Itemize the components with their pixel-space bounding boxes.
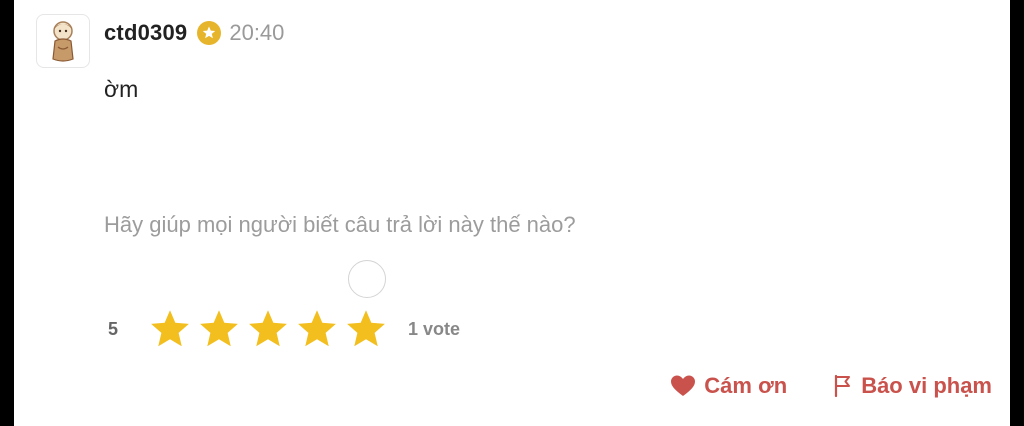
star-icon[interactable]	[295, 307, 339, 351]
timestamp: 20:40	[229, 20, 285, 45]
avatar[interactable]	[36, 14, 90, 68]
user-avatar-icon	[52, 21, 74, 62]
report-label: Báo vi phạm	[861, 373, 992, 398]
vote-count: 1 vote	[408, 318, 461, 339]
answer-actions: Cám ơn Báo vi phạm	[670, 368, 992, 404]
heart-icon	[671, 375, 696, 396]
star-icon[interactable]	[344, 307, 388, 351]
answer-card: ctd0309 20:40 ờm Hãy giúp mọi người biết…	[14, 0, 1010, 426]
star-rating	[148, 307, 388, 351]
star-icon[interactable]	[148, 307, 192, 351]
thanks-button[interactable]: Cám ơn	[670, 373, 787, 399]
verified-badge-icon	[197, 21, 222, 45]
answer-text: ờm	[104, 76, 139, 102]
flag-icon	[835, 374, 851, 398]
rating-bar: 5 1 vote	[108, 306, 460, 352]
thanks-label: Cám ơn	[704, 373, 788, 398]
username[interactable]: ctd0309	[104, 20, 187, 46]
feedback-prompt: Hãy giúp mọi người biết câu trả lời này …	[104, 212, 576, 237]
star-icon[interactable]	[197, 307, 241, 351]
rating-value: 5	[108, 318, 119, 339]
loading-spinner	[348, 260, 386, 298]
answer-header: ctd0309 20:40	[104, 18, 284, 48]
report-button[interactable]: Báo vi phạm	[833, 373, 992, 399]
star-icon[interactable]	[246, 307, 290, 351]
